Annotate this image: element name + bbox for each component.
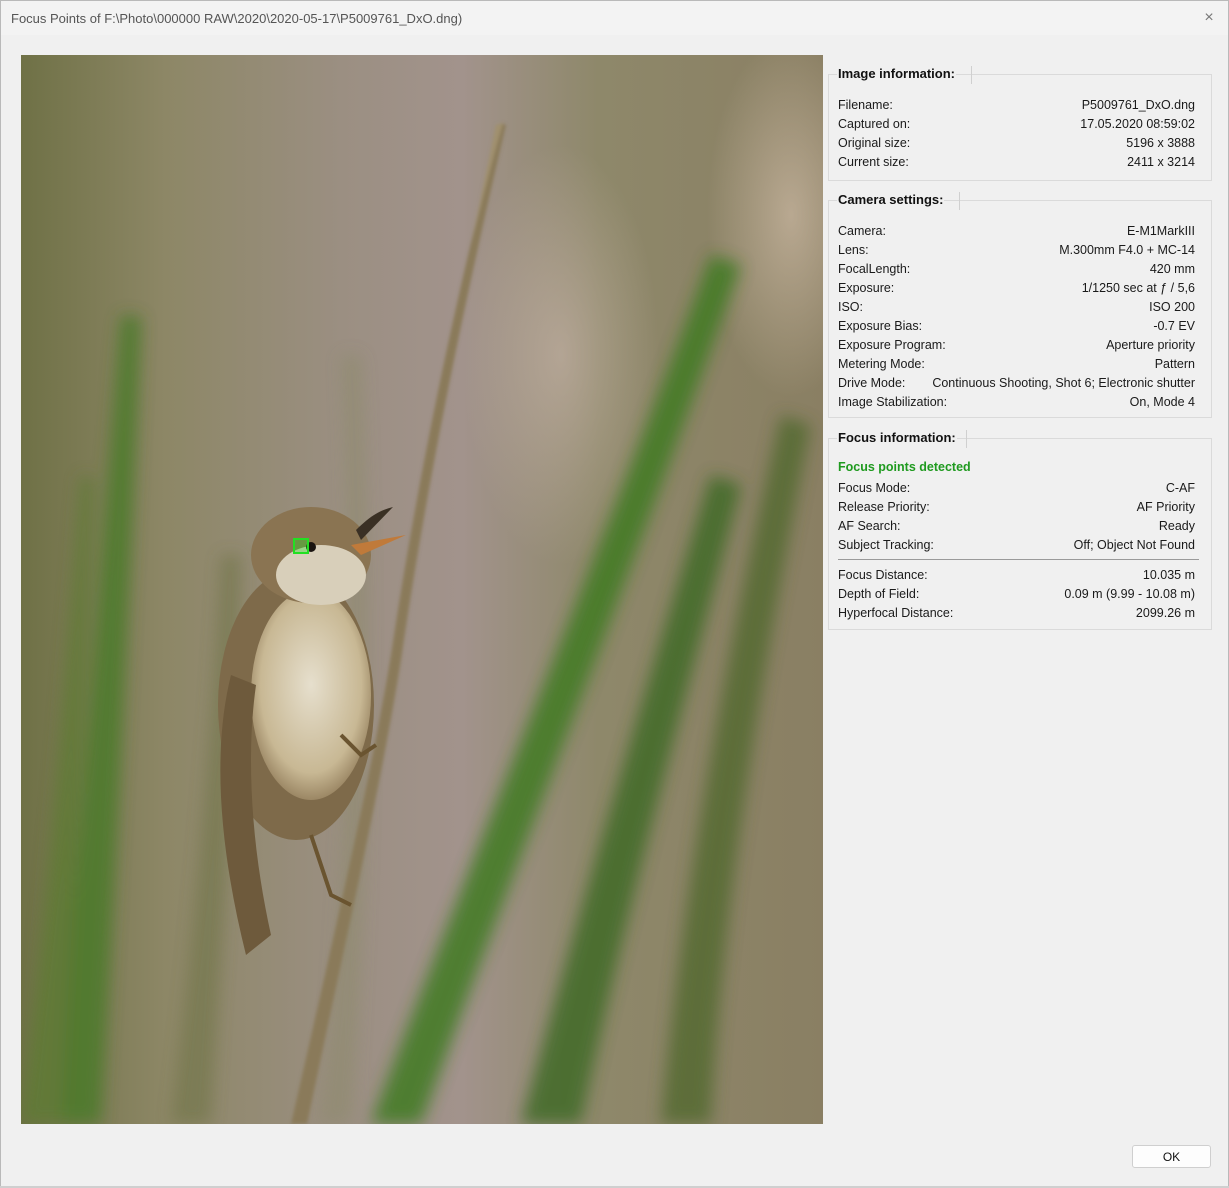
row-label: Focus Distance: xyxy=(838,567,928,582)
row-value: 2411 x 3214 xyxy=(1127,154,1195,169)
focus-information-title: Focus information: xyxy=(837,430,957,445)
bird-photo-illustration xyxy=(21,123,811,1124)
row-value: -0.7 EV xyxy=(1153,318,1195,333)
focus-mode-row: Focus Mode: C-AF xyxy=(838,478,1195,497)
row-label: Current size: xyxy=(838,154,909,169)
hyperfocal-distance-row: Hyperfocal Distance: 2099.26 m xyxy=(838,603,1195,622)
row-label: Exposure Bias: xyxy=(838,318,923,333)
title-separator xyxy=(966,430,967,448)
row-value: P5009761_DxO.dng xyxy=(1081,97,1195,112)
row-label: Depth of Field: xyxy=(838,586,920,601)
row-value: M.300mm F4.0 + MC-14 xyxy=(1059,242,1195,257)
row-label: FocalLength: xyxy=(838,261,911,276)
image-information-title: Image information: xyxy=(837,66,957,81)
photo-preview xyxy=(21,55,823,1124)
ok-button[interactable]: OK xyxy=(1132,1145,1211,1168)
row-label: Drive Mode: xyxy=(838,375,906,390)
release-priority-row: Release Priority: AF Priority xyxy=(838,497,1195,516)
camera-row: Camera: E-M1MarkIII xyxy=(838,221,1195,240)
row-label: ISO: xyxy=(838,299,864,314)
close-icon: × xyxy=(1204,9,1214,26)
row-label: Original size: xyxy=(838,135,911,150)
row-value: C-AF xyxy=(1165,480,1195,495)
af-search-row: AF Search: Ready xyxy=(838,516,1195,535)
title-bar: Focus Points of F:\Photo\000000 RAW\2020… xyxy=(1,1,1228,35)
row-label: Metering Mode: xyxy=(838,356,925,371)
info-row-current-size: Current size: 2411 x 3214 xyxy=(838,152,1195,171)
row-label: Exposure: xyxy=(838,280,895,295)
row-value: Off; Object Not Found xyxy=(1073,537,1195,552)
iso-row: ISO: ISO 200 xyxy=(838,297,1195,316)
window-title: Focus Points of F:\Photo\000000 RAW\2020… xyxy=(11,11,463,26)
metering-mode-row: Metering Mode: Pattern xyxy=(838,354,1195,373)
camera-settings-group: Camera settings: Camera: E-M1MarkIII Lens… xyxy=(828,192,1212,418)
focus-points-dialog: Focus Points of F:\Photo\000000 RAW\2020… xyxy=(0,0,1229,1188)
exposure-row: Exposure: 1/1250 sec at ƒ / 5,6 xyxy=(838,278,1195,297)
focus-point-marker xyxy=(293,538,309,554)
row-value: E-M1MarkIII xyxy=(1126,223,1195,238)
row-value: AF Priority xyxy=(1136,499,1195,514)
row-value: 2099.26 m xyxy=(1135,605,1195,620)
exposure-bias-row: Exposure Bias: -0.7 EV xyxy=(838,316,1195,335)
row-value: 17.05.2020 08:59:02 xyxy=(1080,116,1195,131)
row-label: Exposure Program: xyxy=(838,337,946,352)
drive-mode-row: Drive Mode: Continuous Shooting, Shot 6; … xyxy=(838,373,1195,392)
row-value: 5196 x 3888 xyxy=(1126,135,1195,150)
focal-length-row: FocalLength: 420 mm xyxy=(838,259,1195,278)
row-value: ISO 200 xyxy=(1149,299,1195,314)
lens-row: Lens: M.300mm F4.0 + MC-14 xyxy=(838,240,1195,259)
subject-tracking-row: Subject Tracking: Off; Object Not Found xyxy=(838,535,1195,554)
info-row-captured: Captured on: 17.05.2020 08:59:02 xyxy=(838,114,1195,133)
row-value: Pattern xyxy=(1154,356,1195,371)
camera-settings-title: Camera settings: xyxy=(837,192,945,207)
row-value: 0.09 m (9.99 - 10.08 m) xyxy=(1064,586,1195,601)
close-button[interactable]: × xyxy=(1190,1,1228,35)
row-value: 10.035 m xyxy=(1142,567,1195,582)
row-label: Subject Tracking: xyxy=(838,537,934,552)
focus-information-group: Focus information: Focus points detected… xyxy=(828,430,1212,630)
image-stabilization-row: Image Stabilization: On, Mode 4 xyxy=(838,392,1195,411)
title-separator xyxy=(971,66,972,84)
row-value: Continuous Shooting, Shot 6; Electronic … xyxy=(932,375,1195,390)
image-information-group: Image information: Filename: P5009761_Dx… xyxy=(828,66,1212,181)
focus-status: Focus points detected xyxy=(838,460,971,474)
row-value: Ready xyxy=(1158,518,1195,533)
focus-distance-row: Focus Distance: 10.035 m xyxy=(838,565,1195,584)
title-separator xyxy=(959,192,960,210)
row-value: Aperture priority xyxy=(1106,337,1195,352)
exposure-program-row: Exposure Program: Aperture priority xyxy=(838,335,1195,354)
row-value: 1/1250 sec at ƒ / 5,6 xyxy=(1081,280,1195,295)
row-value: 420 mm xyxy=(1149,261,1195,276)
row-label: AF Search: xyxy=(838,518,901,533)
info-row-original-size: Original size: 5196 x 3888 xyxy=(838,133,1195,152)
row-label: Focus Mode: xyxy=(838,480,911,495)
row-label: Filename: xyxy=(838,97,893,112)
row-label: Lens: xyxy=(838,242,869,257)
info-row-filename: Filename: P5009761_DxO.dng xyxy=(838,95,1195,114)
focus-divider xyxy=(838,559,1199,560)
row-label: Camera: xyxy=(838,223,886,238)
row-label: Release Priority: xyxy=(838,499,930,514)
depth-of-field-row: Depth of Field: 0.09 m (9.99 - 10.08 m) xyxy=(838,584,1195,603)
row-value: On, Mode 4 xyxy=(1129,394,1195,409)
row-label: Hyperfocal Distance: xyxy=(838,605,954,620)
row-label: Image Stabilization: xyxy=(838,394,948,409)
row-label: Captured on: xyxy=(838,116,911,131)
